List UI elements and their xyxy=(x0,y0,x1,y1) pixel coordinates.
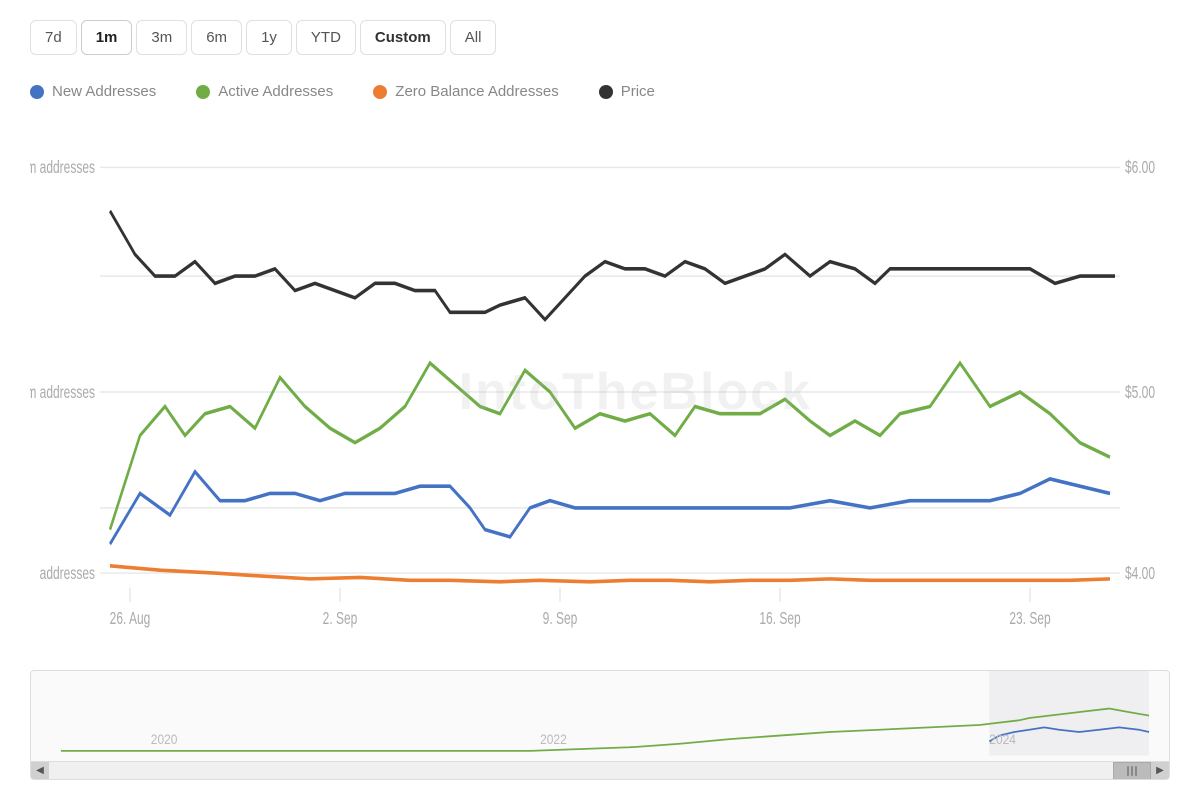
svg-text:$5.00: $5.00 xyxy=(1125,383,1155,403)
svg-text:4.8m addresses: 4.8m addresses xyxy=(30,158,95,178)
legend-dot-new-addresses xyxy=(30,85,44,99)
svg-text:26. Aug: 26. Aug xyxy=(110,609,151,629)
legend-price[interactable]: Price xyxy=(599,79,655,104)
legend-dot-active-addresses xyxy=(196,85,210,99)
scroll-right-button[interactable]: ▶ xyxy=(1151,762,1169,780)
scroll-left-button[interactable]: ◀ xyxy=(31,762,49,780)
navigator-scrollbar[interactable]: ◀ ▶ xyxy=(31,761,1169,779)
svg-text:2024: 2024 xyxy=(989,731,1016,747)
svg-text:$4.00: $4.00 xyxy=(1125,564,1155,584)
svg-text:23. Sep: 23. Sep xyxy=(1009,609,1050,629)
btn-1y[interactable]: 1y xyxy=(246,20,292,55)
svg-text:2022: 2022 xyxy=(540,731,567,747)
scroll-thumb-line-2 xyxy=(1131,766,1133,776)
btn-7d[interactable]: 7d xyxy=(30,20,77,55)
svg-text:16. Sep: 16. Sep xyxy=(759,609,800,629)
svg-text:2. Sep: 2. Sep xyxy=(323,609,358,629)
time-range-selector: 7d 1m 3m 6m 1y YTD Custom All xyxy=(30,20,1170,55)
scroll-thumb[interactable] xyxy=(1113,762,1151,780)
svg-text:2.4m addresses: 2.4m addresses xyxy=(30,383,95,403)
btn-6m[interactable]: 6m xyxy=(191,20,242,55)
navigator[interactable]: 2020 2022 2024 ◀ ▶ xyxy=(30,670,1170,780)
svg-text:$6.00: $6.00 xyxy=(1125,158,1155,178)
chart-svg: 4.8m addresses 2.4m addresses addresses … xyxy=(30,124,1170,660)
scroll-track[interactable] xyxy=(49,762,1151,780)
svg-text:addresses: addresses xyxy=(40,564,95,584)
legend-dot-zero-balance xyxy=(373,85,387,99)
legend-active-addresses[interactable]: Active Addresses xyxy=(196,79,333,104)
svg-text:2020: 2020 xyxy=(151,731,178,747)
btn-1m[interactable]: 1m xyxy=(81,20,133,55)
btn-ytd[interactable]: YTD xyxy=(296,20,356,55)
btn-all[interactable]: All xyxy=(450,20,497,55)
scroll-thumb-line-1 xyxy=(1127,766,1129,776)
btn-custom[interactable]: Custom xyxy=(360,20,446,55)
legend-label-price: Price xyxy=(621,83,655,100)
legend-label-zero-balance: Zero Balance Addresses xyxy=(395,83,558,100)
legend-label-new-addresses: New Addresses xyxy=(52,83,156,100)
svg-text:9. Sep: 9. Sep xyxy=(543,609,578,629)
legend-label-active-addresses: Active Addresses xyxy=(218,83,333,100)
legend-zero-balance[interactable]: Zero Balance Addresses xyxy=(373,79,558,104)
legend-new-addresses[interactable]: New Addresses xyxy=(30,79,156,104)
scroll-thumb-line-3 xyxy=(1135,766,1137,776)
main-chart[interactable]: IntoTheBlock 4.8m addresses 2.4m address… xyxy=(30,124,1170,660)
btn-3m[interactable]: 3m xyxy=(136,20,187,55)
chart-legend: New Addresses Active Addresses Zero Bala… xyxy=(30,79,1170,104)
legend-dot-price xyxy=(599,85,613,99)
chart-wrapper: IntoTheBlock 4.8m addresses 2.4m address… xyxy=(30,124,1170,780)
